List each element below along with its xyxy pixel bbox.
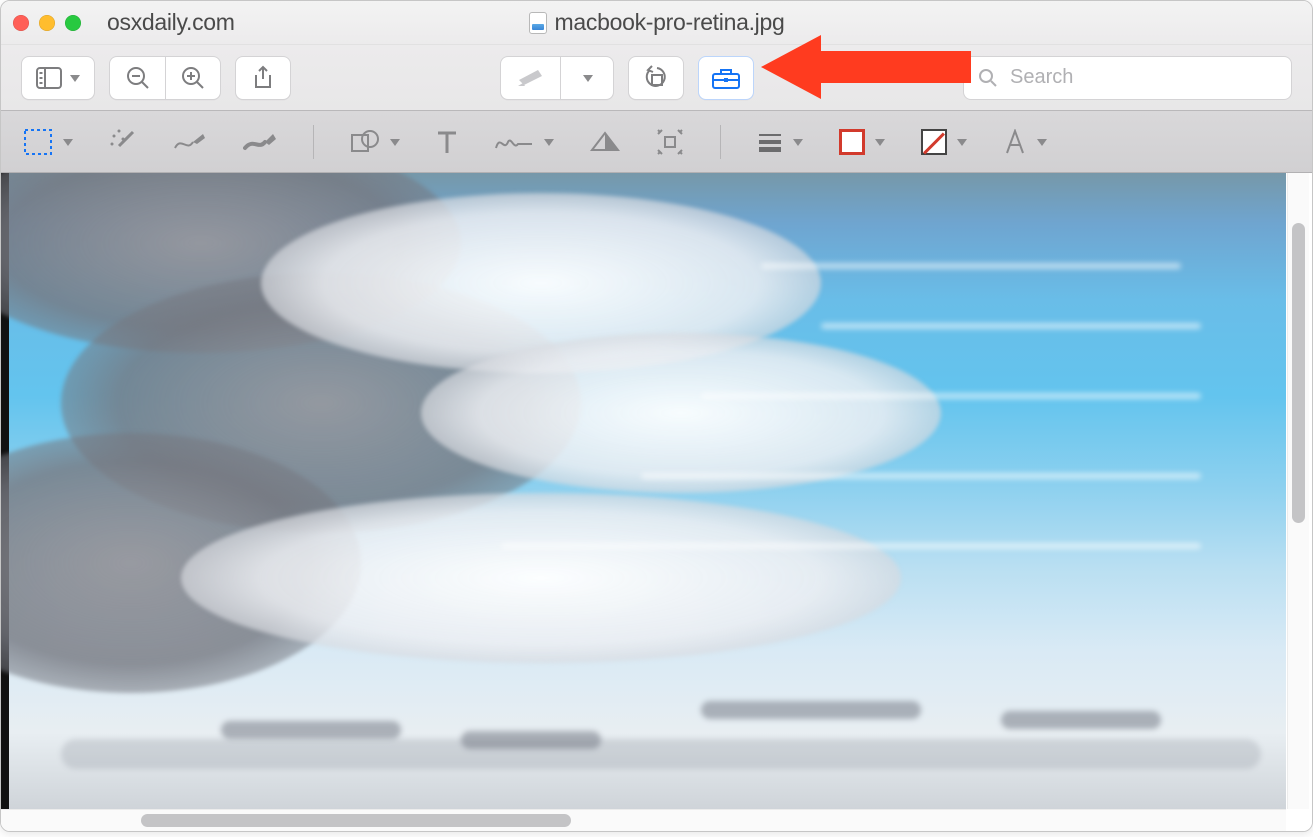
chevron-down-icon: [68, 69, 80, 87]
shapes-tool[interactable]: [350, 122, 400, 162]
document-title: macbook-pro-retina.jpg: [555, 9, 785, 36]
draw-icon: [243, 130, 277, 154]
rotate-button[interactable]: [628, 56, 684, 100]
chevron-down-icon: [61, 133, 73, 151]
highlight-dropdown[interactable]: [560, 56, 614, 100]
highlight-group: [500, 56, 614, 100]
fill-color-tool[interactable]: [921, 122, 967, 162]
title-bar: osxdaily.com macbook-pro-retina.jpg: [1, 1, 1312, 45]
toolbox-icon: [711, 66, 741, 90]
document-icon: [529, 12, 547, 34]
shapes-icon: [350, 129, 380, 155]
vertical-scroll-thumb[interactable]: [1292, 223, 1305, 523]
vertical-scrollbar[interactable]: [1287, 173, 1309, 809]
adjust-color-icon: [590, 130, 620, 154]
highlight-icon: [516, 67, 546, 89]
chevron-down-icon: [791, 133, 803, 151]
share-button[interactable]: [235, 56, 291, 100]
chevron-down-icon: [581, 69, 593, 87]
separator: [313, 125, 314, 159]
sketch-icon: [173, 130, 207, 154]
canvas-area: [1, 173, 1312, 831]
highlight-button[interactable]: [500, 56, 560, 100]
font-style-tool[interactable]: [1003, 122, 1047, 162]
magic-wand-icon: [109, 128, 137, 156]
sketch-tool[interactable]: [173, 122, 207, 162]
text-tool[interactable]: [436, 122, 458, 162]
horizontal-scroll-thumb[interactable]: [141, 814, 571, 827]
border-color-swatch: [839, 129, 865, 155]
font-style-icon: [1003, 129, 1027, 155]
search-icon: [978, 68, 998, 88]
search-input[interactable]: [1008, 65, 1277, 90]
zoom-controls: [109, 56, 221, 100]
separator: [720, 125, 721, 159]
zoom-out-icon: [125, 65, 151, 91]
zoom-in-button[interactable]: [165, 56, 221, 100]
zoom-out-button[interactable]: [109, 56, 165, 100]
text-icon: [436, 129, 458, 155]
close-window-button[interactable]: [13, 15, 29, 31]
chevron-down-icon: [542, 133, 554, 151]
image-canvas[interactable]: [1, 173, 1286, 809]
fill-color-swatch: [921, 129, 947, 155]
chevron-down-icon: [955, 133, 967, 151]
rotate-left-icon: [643, 65, 669, 91]
chevron-down-icon: [1035, 133, 1047, 151]
horizontal-scrollbar[interactable]: [1, 809, 1286, 831]
sidebar-toggle-button[interactable]: [21, 56, 95, 100]
instant-alpha-tool[interactable]: [109, 122, 137, 162]
border-color-tool[interactable]: [839, 122, 885, 162]
draw-tool[interactable]: [243, 122, 277, 162]
main-toolbar: [1, 45, 1312, 111]
zoom-window-button[interactable]: [65, 15, 81, 31]
minimize-window-button[interactable]: [39, 15, 55, 31]
chevron-down-icon: [388, 133, 400, 151]
adjust-size-icon: [656, 128, 684, 156]
line-style-tool[interactable]: [757, 122, 803, 162]
adjust-size-tool[interactable]: [656, 122, 684, 162]
markup-toolbar: [1, 111, 1312, 173]
line-style-icon: [757, 132, 783, 152]
share-icon: [252, 65, 274, 91]
window-controls: [13, 15, 81, 31]
sign-tool[interactable]: [494, 122, 554, 162]
chevron-down-icon: [873, 133, 885, 151]
preview-window: osxdaily.com macbook-pro-retina.jpg: [0, 0, 1313, 832]
signature-icon: [494, 130, 534, 154]
search-field[interactable]: [963, 56, 1292, 100]
markup-toolbar-button[interactable]: [698, 56, 754, 100]
sidebar-icon: [36, 67, 62, 89]
selection-rect-icon: [23, 128, 53, 156]
selection-tool[interactable]: [23, 122, 73, 162]
source-site-label: osxdaily.com: [107, 9, 235, 36]
adjust-color-tool[interactable]: [590, 122, 620, 162]
zoom-in-icon: [180, 65, 206, 91]
